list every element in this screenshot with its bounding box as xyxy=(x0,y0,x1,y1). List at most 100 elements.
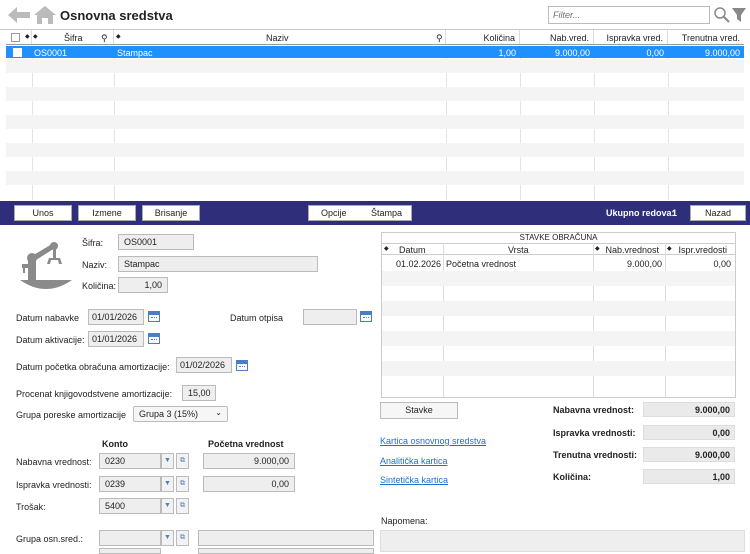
nabavna-label: Nabavna vrednost: xyxy=(16,457,92,467)
chevron-down-icon: ⌄ xyxy=(215,408,222,417)
next-field[interactable] xyxy=(99,548,161,554)
grid-body xyxy=(6,46,744,200)
cell-trenutna-vred: 9.000,00 xyxy=(704,48,740,58)
stampa-button[interactable]: Štampa xyxy=(371,206,402,220)
lookup-icon[interactable]: ⧉ xyxy=(176,530,189,546)
lookup-icon[interactable]: ⧉ xyxy=(176,476,189,492)
back-arrow-icon[interactable] xyxy=(8,7,30,23)
select-all-checkbox[interactable] xyxy=(11,33,20,42)
row-checkbox[interactable] xyxy=(13,48,22,57)
kolicina-field[interactable]: 1,00 xyxy=(118,277,168,293)
calendar-icon[interactable] xyxy=(148,311,160,322)
procenat-field[interactable]: 15,00 xyxy=(182,385,216,401)
nabavna-pocetna-field[interactable]: 9.000,00 xyxy=(203,453,295,469)
sum-nabavna-label: Nabavna vrednost: xyxy=(553,405,635,415)
stavke-button[interactable]: Stavke xyxy=(380,402,458,419)
kartica-link[interactable]: Kartica osnovnog sredstva xyxy=(380,436,486,446)
lookup-icon[interactable]: ⧉ xyxy=(176,498,189,514)
stavke-cell-ispr: 0,00 xyxy=(713,259,731,269)
trosak-label: Trošak: xyxy=(16,502,46,512)
grupa-osn-naziv-field xyxy=(198,530,374,546)
col-ispravka-vred[interactable]: Ispravka vred. xyxy=(606,33,663,43)
page-title: Osnovna sredstva xyxy=(60,8,173,23)
nazad-button[interactable]: Nazad xyxy=(690,205,746,221)
nabavna-konto-field[interactable]: 0230 xyxy=(99,453,161,469)
datum-aktivacije-label: Datum aktivacije: xyxy=(16,335,85,345)
datum-aktivacije-field[interactable]: 01/01/2026 xyxy=(88,331,144,347)
col-naziv[interactable]: Naziv xyxy=(266,33,289,43)
cell-naziv: Stampac xyxy=(117,48,153,58)
unos-button[interactable]: Unos xyxy=(14,205,72,221)
naziv-label: Naziv: xyxy=(82,260,108,270)
sort-icon[interactable]: ◆ xyxy=(595,245,600,252)
chevron-down-icon[interactable]: ▼ xyxy=(161,476,174,492)
ispravka-pocetna-field[interactable]: 0,00 xyxy=(203,476,295,492)
ispravka-konto-field[interactable]: 0239 xyxy=(99,476,161,492)
datum-otpisa-field[interactable] xyxy=(303,309,357,325)
stavke-col-nab[interactable]: Nab.vrednost xyxy=(605,245,659,255)
sort-icon[interactable]: ◆ xyxy=(116,33,121,40)
datum-pocetka-field[interactable]: 01/02/2026 xyxy=(176,357,232,373)
filter-icon[interactable] xyxy=(732,7,746,23)
chevron-down-icon[interactable]: ▼ xyxy=(161,530,174,546)
datum-otpisa-label: Datum otpisa xyxy=(230,313,284,323)
cell-ispravka-vred: 0,00 xyxy=(646,48,664,58)
sinteticka-link[interactable]: Sintetička kartica xyxy=(380,475,448,485)
napomena-label: Napomena: xyxy=(381,516,428,526)
sort-icon[interactable]: ◆ xyxy=(384,245,389,252)
grupa-osn-field[interactable] xyxy=(99,530,161,546)
search-icon[interactable]: ⚲ xyxy=(436,33,443,44)
col-sifra[interactable]: Šifra xyxy=(64,33,83,43)
sort-icon[interactable]: ◆ xyxy=(33,33,38,40)
table-row[interactable]: OS0001 Stampac 1,00 9.000,00 0,00 9.000,… xyxy=(6,46,744,58)
datum-nabavke-field[interactable]: 01/01/2026 xyxy=(88,309,144,325)
ispravka-label: Ispravka vrednosti: xyxy=(16,480,92,490)
stavke-cell-datum: 01.02.2026 xyxy=(395,259,441,269)
opcije-stampa-group: Opcije Štampa xyxy=(308,205,412,221)
col-trenutna-vred[interactable]: Trenutna vred. xyxy=(682,33,740,43)
calendar-icon[interactable] xyxy=(148,333,160,344)
opcije-button[interactable]: Opcije xyxy=(321,206,347,220)
col-kolicina[interactable]: Količina xyxy=(483,33,515,43)
stavke-cell-vrsta: Početna vrednost xyxy=(446,259,517,269)
procenat-label: Procenat knjigovodstvene amortizacije: xyxy=(16,389,173,399)
stavke-col-ispr[interactable]: Ispr.vredosti xyxy=(678,245,727,255)
datum-pocetka-label: Datum početka obračuna amortizacije: xyxy=(16,362,170,372)
home-icon[interactable] xyxy=(34,5,56,25)
stavke-col-vrsta[interactable]: Vrsta xyxy=(508,245,529,255)
datum-nabavke-label: Datum nabavke xyxy=(16,313,80,323)
col-nab-vred[interactable]: Nab.vred. xyxy=(550,33,589,43)
calendar-icon[interactable] xyxy=(360,311,372,322)
grupa-poreske-select[interactable]: Grupa 3 (15%) ⌄ xyxy=(133,406,228,422)
brisanje-button[interactable]: Brisanje xyxy=(142,205,200,221)
robot-arm-icon xyxy=(20,242,72,289)
cell-kolicina: 1,00 xyxy=(498,48,516,58)
grupa-osn-label: Grupa osn.sred.: xyxy=(16,534,84,544)
lookup-icon[interactable]: ⧉ xyxy=(176,453,189,469)
trosak-konto-field[interactable]: 5400 xyxy=(99,498,161,514)
stavke-col-datum[interactable]: Datum xyxy=(399,245,426,255)
napomena-field[interactable] xyxy=(380,530,745,552)
naziv-field[interactable]: Stampac xyxy=(118,256,318,272)
sort-icon[interactable]: ◆ xyxy=(25,33,30,40)
table-row[interactable]: 01.02.2026 Početna vrednost 9.000,00 0,0… xyxy=(382,257,735,270)
next-field-naziv xyxy=(198,548,374,554)
calendar-icon[interactable] xyxy=(236,360,248,371)
action-toolbar: Unos Izmene Brisanje Opcije Štampa Ukupn… xyxy=(0,201,750,225)
analiticka-link[interactable]: Analitička kartica xyxy=(380,456,448,466)
filter-input[interactable] xyxy=(548,6,710,24)
chevron-down-icon[interactable]: ▼ xyxy=(161,498,174,514)
cell-nab-vred: 9.000,00 xyxy=(554,48,590,58)
sifra-field[interactable]: OS0001 xyxy=(118,234,194,250)
grid-header: ◆ ◆ Šifra ⚲ ◆ Naziv ⚲ Količina Nab.vred. Isp… xyxy=(6,30,744,45)
sum-kolicina-label: Količina: xyxy=(553,472,592,482)
sum-ispravka-label: Ispravka vrednosti: xyxy=(553,428,636,438)
cell-sifra: OS0001 xyxy=(34,48,68,58)
sum-nabavna-value: 9.000,00 xyxy=(643,402,735,417)
chevron-down-icon[interactable]: ▼ xyxy=(161,453,174,469)
izmene-button[interactable]: Izmene xyxy=(78,205,136,221)
pocetna-header: Početna vrednost xyxy=(208,439,284,449)
search-icon[interactable]: ⚲ xyxy=(101,33,108,44)
search-icon[interactable] xyxy=(714,7,730,23)
sort-icon[interactable]: ◆ xyxy=(667,245,672,252)
